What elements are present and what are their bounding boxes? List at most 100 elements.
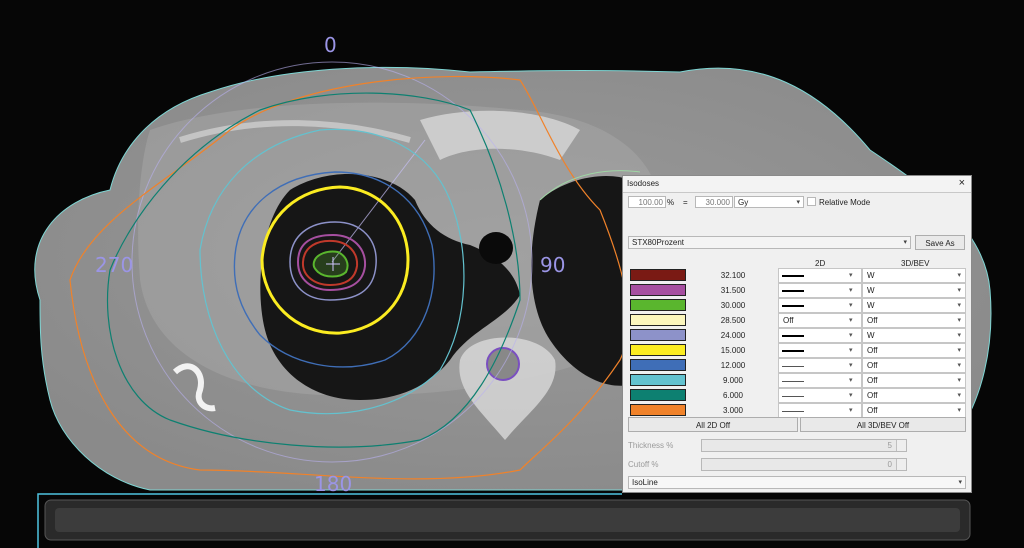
display-3d-select[interactable]: Off ▾ (862, 358, 966, 373)
thickness-spinner[interactable] (896, 440, 906, 451)
display-3d-value: Off (867, 316, 878, 325)
color-swatch[interactable] (630, 404, 686, 416)
column-header-2d: 2D (815, 259, 826, 268)
display-3d-select[interactable]: W ▾ (862, 298, 966, 313)
chevron-down-icon: ▾ (957, 392, 961, 399)
line-style-icon (782, 290, 804, 292)
display-3d-select[interactable]: Off ▾ (862, 403, 966, 418)
color-swatch[interactable] (630, 344, 686, 356)
gantry-angle-left: 270 (95, 253, 134, 277)
display-2d-select[interactable]: ▾ (778, 328, 862, 343)
line-style-icon (782, 275, 804, 277)
display-2d-select[interactable]: ▾ (778, 358, 862, 373)
thickness-label: Thickness % (628, 441, 674, 450)
display-2d-select[interactable]: ▾ (778, 373, 862, 388)
chevron-down-icon: ▾ (957, 362, 961, 369)
isodose-level-row[interactable]: 28.500 Off ▾ Off ▾ (628, 313, 966, 328)
all-3d-off-button[interactable]: All 3D/BEV Off (800, 417, 966, 432)
display-2d-select[interactable]: ▾ (778, 403, 862, 418)
preset-select[interactable]: STX80Prozent ▾ (628, 236, 911, 249)
isodose-level-row[interactable]: 12.000 ▾ Off ▾ (628, 358, 966, 373)
display-3d-select[interactable]: Off ▾ (862, 313, 966, 328)
isodose-level-row[interactable]: 15.000 ▾ Off ▾ (628, 343, 966, 358)
dose-value[interactable]: 31.500 (688, 283, 778, 298)
chevron-down-icon: ▾ (849, 302, 853, 309)
isodose-level-row[interactable]: 9.000 ▾ Off ▾ (628, 373, 966, 388)
dose-value[interactable]: 15.000 (688, 343, 778, 358)
gantry-angle-top: 0 (324, 33, 337, 57)
dose-value[interactable]: 32.100 (688, 268, 778, 283)
isodose-level-row[interactable]: 6.000 ▾ Off ▾ (628, 388, 966, 403)
isodose-level-row[interactable]: 32.100 ▾ W ▾ (628, 268, 966, 283)
display-2d-select[interactable]: ▾ (778, 343, 862, 358)
color-swatch[interactable] (630, 299, 686, 311)
color-swatch[interactable] (630, 269, 686, 281)
dose-value[interactable]: 24.000 (688, 328, 778, 343)
color-swatch[interactable] (630, 314, 686, 326)
isodose-level-row[interactable]: 3.000 ▾ Off ▾ (628, 403, 966, 418)
cutoff-field[interactable]: 0 (701, 458, 907, 471)
color-swatch[interactable] (630, 359, 686, 371)
chevron-down-icon: ▾ (957, 317, 961, 324)
color-swatch[interactable] (630, 284, 686, 296)
display-2d-select[interactable]: ▾ (778, 283, 862, 298)
display-3d-value: W (867, 301, 875, 310)
display-3d-select[interactable]: Off ▾ (862, 373, 966, 388)
reference-dose-field[interactable]: 30.000 (695, 196, 733, 208)
dose-value[interactable]: 28.500 (688, 313, 778, 328)
save-as-button[interactable]: Save As (915, 235, 965, 250)
display-2d-select[interactable]: Off ▾ (778, 313, 862, 328)
line-style-icon (782, 305, 804, 307)
chevron-down-icon: ▾ (849, 347, 853, 354)
chevron-down-icon: ▾ (849, 362, 853, 369)
chevron-down-icon: ▾ (957, 332, 961, 339)
chevron-down-icon: ▾ (796, 199, 800, 206)
chevron-down-icon: ▾ (957, 287, 961, 294)
display-2d-select[interactable]: ▾ (778, 268, 862, 283)
all-2d-off-button[interactable]: All 2D Off (628, 417, 798, 432)
dose-value[interactable]: 3.000 (688, 403, 778, 418)
display-3d-value: W (867, 286, 875, 295)
color-swatch[interactable] (630, 329, 686, 341)
dose-value[interactable]: 6.000 (688, 388, 778, 403)
color-swatch[interactable] (630, 389, 686, 401)
display-2d-select[interactable]: ▾ (778, 388, 862, 403)
equals-sign: = (683, 198, 688, 207)
chevron-down-icon: ▾ (957, 272, 961, 279)
dose-value[interactable]: 30.000 (688, 298, 778, 313)
panel-title: Isodoses (627, 179, 660, 188)
isodose-level-row[interactable]: 30.000 ▾ W ▾ (628, 298, 966, 313)
chevron-down-icon: ▾ (957, 377, 961, 384)
display-3d-value: W (867, 271, 875, 280)
chevron-down-icon: ▾ (957, 347, 961, 354)
dose-value[interactable]: 9.000 (688, 373, 778, 388)
isodose-level-row[interactable]: 31.500 ▾ W ▾ (628, 283, 966, 298)
thickness-field[interactable]: 5 (701, 439, 907, 452)
display-3d-value: W (867, 331, 875, 340)
panel-titlebar[interactable]: Isodoses × (623, 176, 971, 193)
display-3d-select[interactable]: W ▾ (862, 328, 966, 343)
chevron-down-icon: ▾ (849, 392, 853, 399)
chevron-down-icon: ▾ (849, 317, 853, 324)
gantry-angle-right: 90 (540, 253, 566, 277)
chevron-down-icon: ▾ (903, 239, 907, 246)
line-style-select[interactable]: IsoLine ▾ (628, 476, 966, 489)
chevron-down-icon: ▾ (849, 272, 853, 279)
display-3d-select[interactable]: Off ▾ (862, 343, 966, 358)
dose-value[interactable]: 12.000 (688, 358, 778, 373)
reference-percent-field[interactable]: 100.00 (628, 196, 666, 208)
display-3d-select[interactable]: W ▾ (862, 283, 966, 298)
display-3d-select[interactable]: W ▾ (862, 268, 966, 283)
isodose-level-row[interactable]: 24.000 ▾ W ▾ (628, 328, 966, 343)
color-swatch[interactable] (630, 374, 686, 386)
cutoff-spinner[interactable] (896, 459, 906, 470)
trachea (479, 232, 513, 264)
display-2d-select[interactable]: ▾ (778, 298, 862, 313)
display-3d-select[interactable]: Off ▾ (862, 388, 966, 403)
line-style-icon (782, 335, 804, 337)
unit-select[interactable]: Gy ▾ (734, 196, 804, 208)
display-3d-value: Off (867, 346, 878, 355)
close-icon[interactable]: × (959, 177, 965, 189)
relative-mode-checkbox[interactable] (807, 197, 816, 206)
line-style-icon (782, 350, 804, 352)
